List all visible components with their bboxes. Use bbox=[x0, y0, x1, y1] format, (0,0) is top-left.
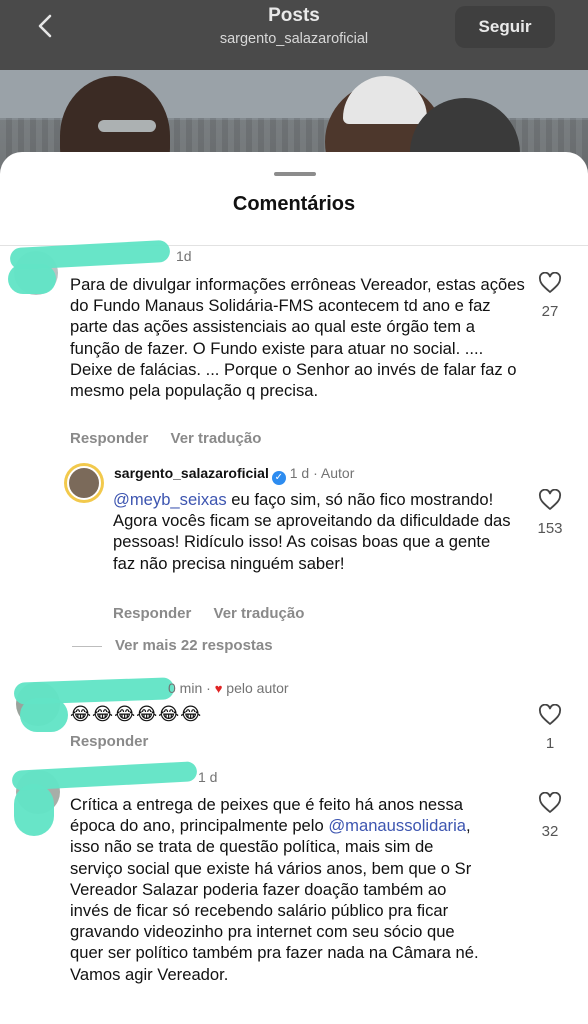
heart-outline-icon[interactable] bbox=[538, 271, 562, 294]
comment-text: Crítica a entrega de peixes que é feito … bbox=[70, 795, 479, 984]
reply-button[interactable]: Responder bbox=[113, 605, 191, 622]
liked-by-author: pelo autor bbox=[226, 680, 289, 696]
author-badge: Autor bbox=[320, 465, 355, 481]
comment-meta: 0 min · ♥ pelo autor bbox=[168, 680, 289, 696]
more-replies-line bbox=[72, 646, 102, 647]
reply-text: @meyb_seixas eu faço sim, só não fico mo… bbox=[113, 490, 511, 573]
sheet-drag-handle[interactable] bbox=[274, 172, 316, 176]
redaction-scribble bbox=[8, 264, 56, 294]
comment-timestamp: 1d bbox=[176, 248, 192, 264]
follow-button[interactable]: Seguir bbox=[455, 6, 555, 48]
verified-badge-icon: ✓ bbox=[271, 471, 286, 485]
comment-timestamp: 1 d bbox=[198, 769, 218, 785]
translate-button[interactable]: Ver tradução bbox=[214, 605, 305, 622]
like-button[interactable]: 1 bbox=[530, 703, 570, 752]
like-button[interactable]: 27 bbox=[530, 271, 570, 320]
view-more-replies-button[interactable]: Ver mais 22 respostas bbox=[115, 637, 273, 654]
like-count: 1 bbox=[545, 735, 555, 752]
like-count: 27 bbox=[541, 303, 559, 320]
comment-text: Para de divulgar informações errôneas Ve… bbox=[70, 275, 525, 401]
reply-timestamp: 1 d bbox=[289, 465, 310, 481]
heart-outline-icon[interactable] bbox=[538, 703, 562, 726]
avatar[interactable] bbox=[64, 463, 104, 503]
sheet-title: Comentários bbox=[232, 193, 356, 215]
reply-button[interactable]: Responder bbox=[70, 430, 148, 447]
heart-outline-icon[interactable] bbox=[538, 791, 562, 814]
like-button[interactable]: 32 bbox=[530, 791, 570, 840]
redaction-scribble bbox=[20, 698, 68, 732]
like-button[interactable]: 153 bbox=[530, 488, 570, 537]
heart-filled-icon: ♥ bbox=[214, 681, 223, 696]
reply-username[interactable]: sargento_salazaroficial bbox=[114, 465, 269, 481]
translate-button[interactable]: Ver tradução bbox=[171, 430, 262, 447]
heart-outline-icon[interactable] bbox=[538, 488, 562, 511]
like-count: 153 bbox=[537, 520, 563, 537]
comments-sheet: Comentários 1d Para de divulgar informaç… bbox=[0, 152, 588, 1024]
mention-link[interactable]: @manaussolidaria bbox=[328, 816, 466, 835]
reply-meta: sargento_salazaroficial ✓ 1 d · Autor bbox=[114, 465, 355, 485]
comment-timestamp: 0 min bbox=[168, 680, 203, 696]
reply-button[interactable]: Responder bbox=[70, 733, 148, 750]
comment-text: 😂😂😂😂😂😂 bbox=[70, 704, 203, 724]
redaction-scribble bbox=[14, 784, 54, 836]
like-count: 32 bbox=[541, 823, 559, 840]
mention-link[interactable]: @meyb_seixas bbox=[113, 490, 227, 509]
